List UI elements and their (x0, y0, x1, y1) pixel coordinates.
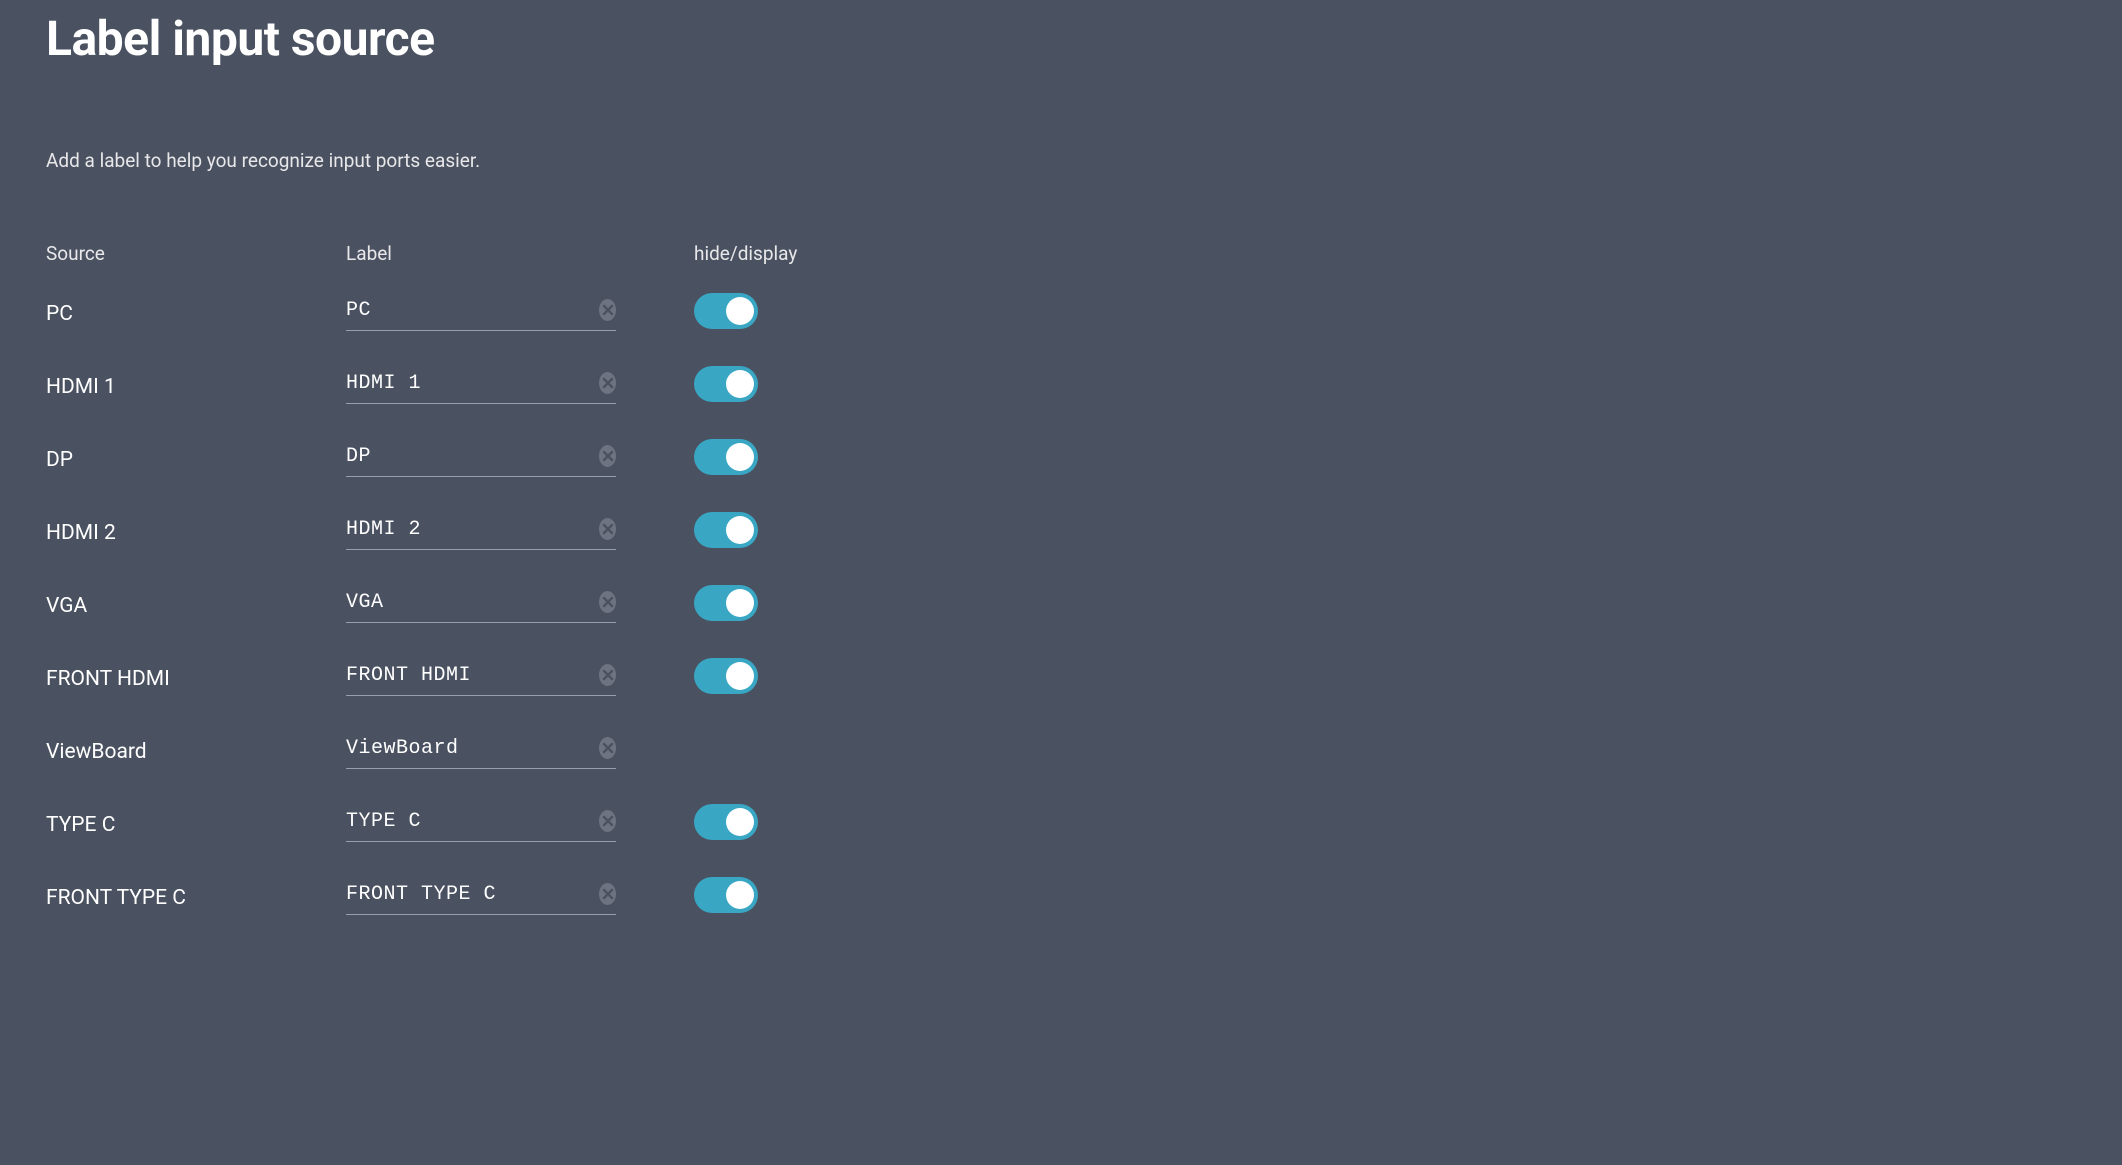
column-header-label: Label (346, 242, 666, 277)
source-name: PC (46, 302, 73, 326)
label-input-wrap (346, 516, 616, 550)
label-input[interactable] (346, 518, 599, 541)
hide-display-toggle[interactable] (694, 512, 758, 548)
source-name: TYPE C (46, 813, 115, 837)
label-input[interactable] (346, 737, 599, 760)
source-name: HDMI 1 (46, 375, 116, 399)
label-input[interactable] (346, 883, 599, 906)
hide-display-toggle[interactable] (694, 877, 758, 913)
hide-display-toggle[interactable] (694, 658, 758, 694)
label-input-wrap (346, 443, 616, 477)
clear-icon[interactable] (599, 299, 616, 321)
page-title: Label input source (46, 10, 2076, 67)
hide-display-toggle[interactable] (694, 439, 758, 475)
column-header-source: Source (46, 242, 346, 277)
label-input[interactable] (346, 372, 599, 395)
clear-icon[interactable] (599, 883, 616, 905)
label-input-source-screen: Label input source Add a label to help y… (0, 0, 2122, 974)
label-input-wrap (346, 370, 616, 404)
label-input[interactable] (346, 591, 599, 614)
label-input-wrap (346, 662, 616, 696)
source-name: VGA (46, 594, 87, 618)
label-input[interactable] (346, 299, 599, 322)
label-input-wrap (346, 881, 616, 915)
label-input-wrap (346, 735, 616, 769)
source-name: FRONT HDMI (46, 667, 170, 691)
hide-display-toggle[interactable] (694, 585, 758, 621)
clear-icon[interactable] (599, 445, 616, 467)
clear-icon[interactable] (599, 810, 616, 832)
hide-display-toggle[interactable] (694, 804, 758, 840)
label-input-wrap (346, 297, 616, 331)
source-name: FRONT TYPE C (46, 886, 186, 910)
label-input[interactable] (346, 664, 599, 687)
source-grid: Source Label hide/display PC HDMI 1 DP HDMI… (46, 242, 2076, 934)
clear-icon[interactable] (599, 737, 616, 759)
clear-icon[interactable] (599, 591, 616, 613)
source-name: HDMI 2 (46, 521, 116, 545)
hide-display-toggle[interactable] (694, 293, 758, 329)
label-input-wrap (346, 589, 616, 623)
clear-icon[interactable] (599, 664, 616, 686)
clear-icon[interactable] (599, 372, 616, 394)
source-name: ViewBoard (46, 740, 147, 764)
label-input-wrap (346, 808, 616, 842)
page-subtitle: Add a label to help you recognize input … (46, 149, 2076, 172)
column-header-toggle: hide/display (666, 242, 866, 277)
label-input[interactable] (346, 445, 599, 468)
hide-display-toggle[interactable] (694, 366, 758, 402)
clear-icon[interactable] (599, 518, 616, 540)
label-input[interactable] (346, 810, 599, 833)
source-name: DP (46, 448, 73, 472)
